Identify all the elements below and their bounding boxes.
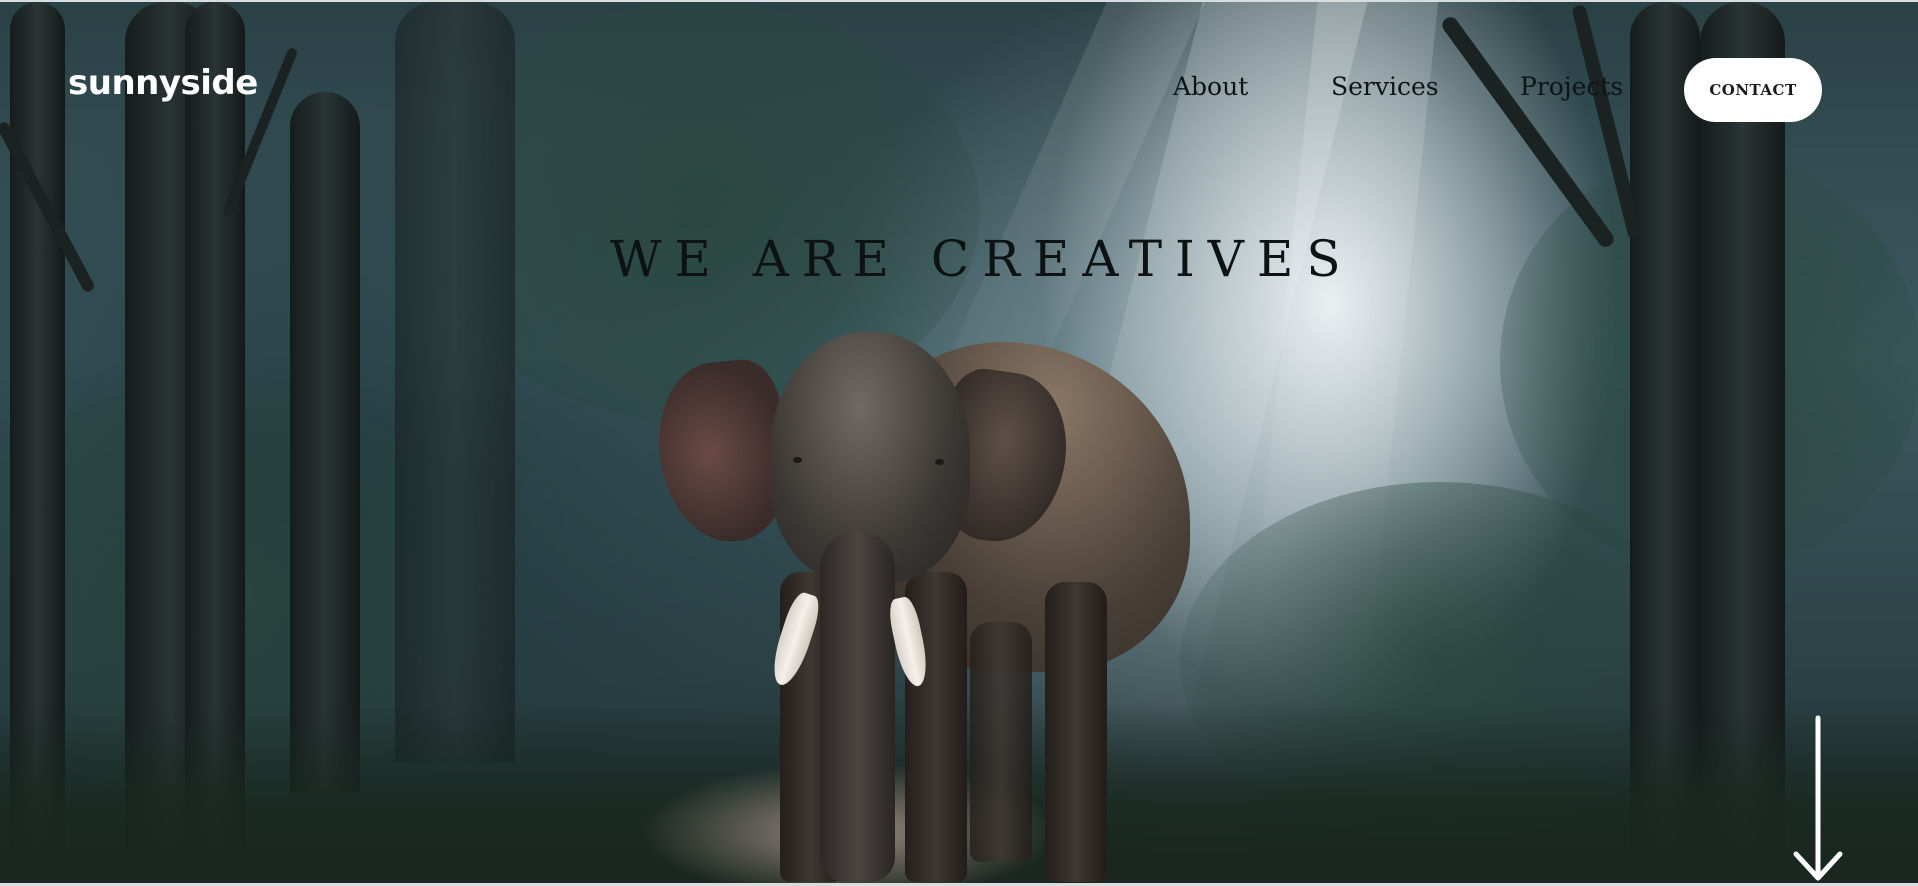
nav-link-projects[interactable]: Projects: [1520, 74, 1623, 99]
contact-button[interactable]: CONTACT: [1684, 58, 1822, 122]
hero-section: sunnyside About Services Projects CONTAC…: [0, 2, 1918, 883]
elephant-figure: [650, 322, 1210, 883]
nav-link-services[interactable]: Services: [1331, 74, 1439, 99]
arrow-down-icon[interactable]: [1790, 714, 1846, 883]
brand-logo[interactable]: sunnyside: [68, 66, 258, 100]
hero-headline: WE ARE CREATIVES: [610, 230, 1354, 288]
nav-link-about[interactable]: About: [1173, 74, 1248, 99]
